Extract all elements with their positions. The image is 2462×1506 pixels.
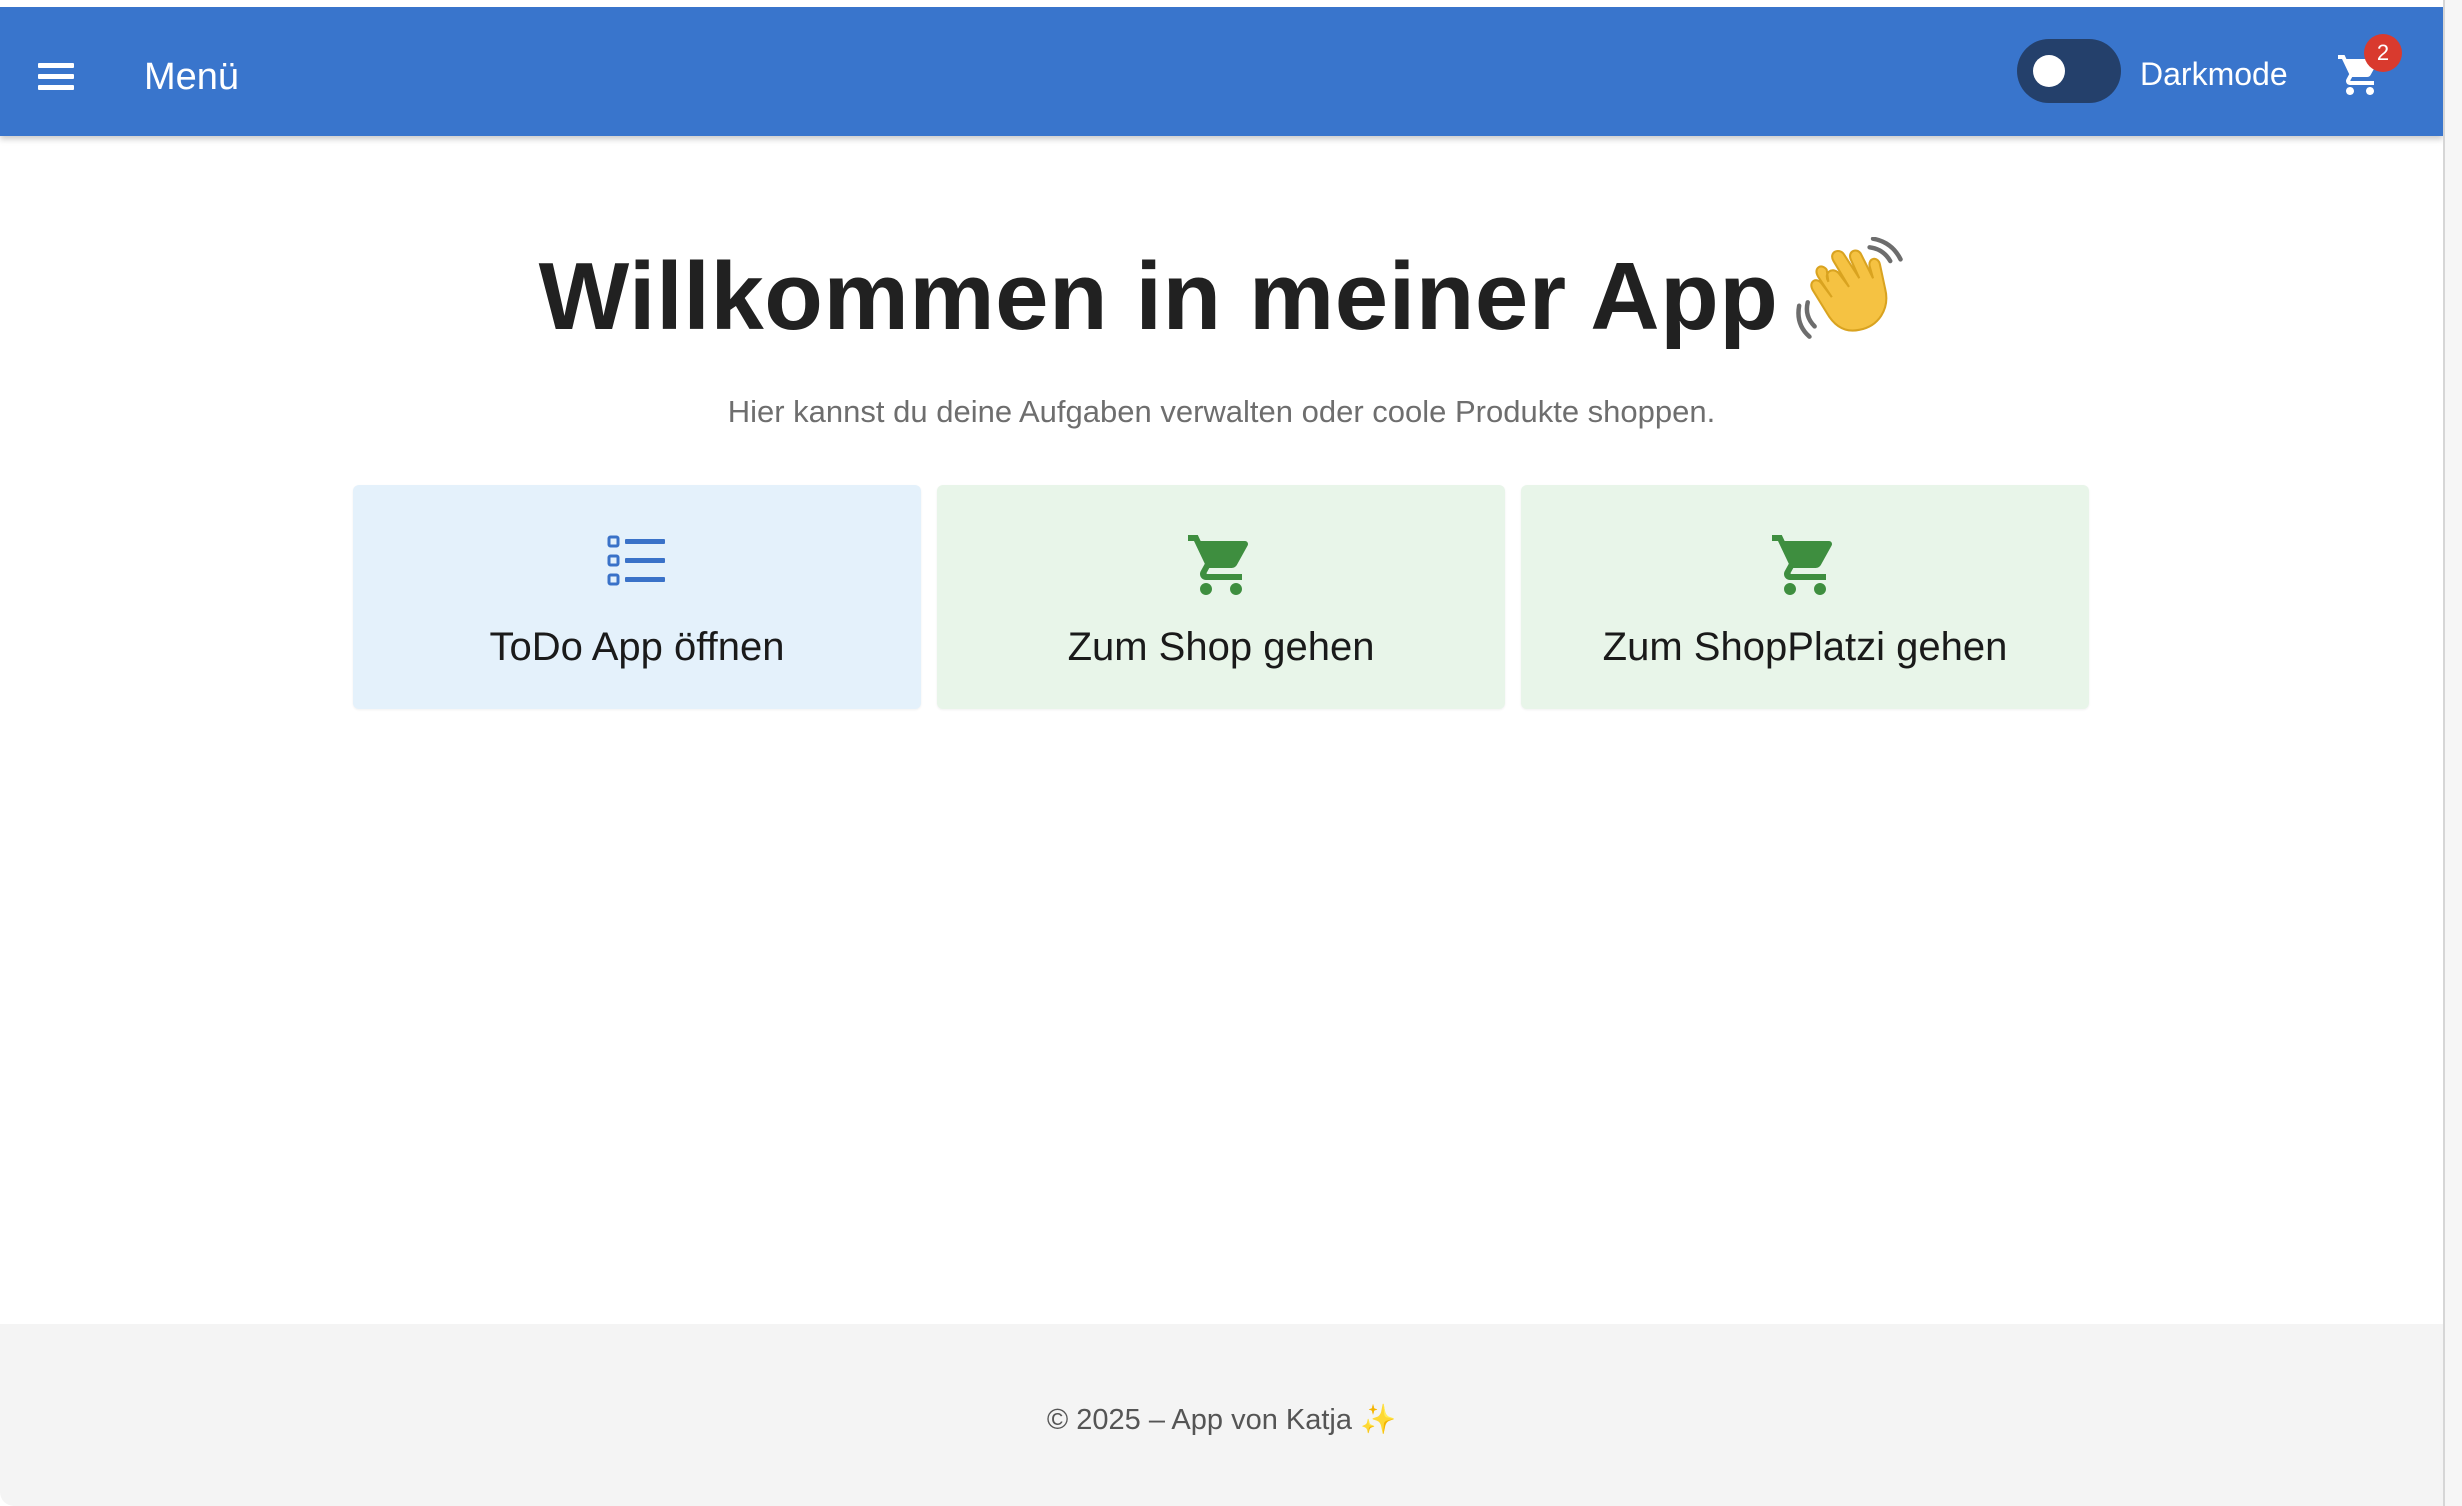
app-window: Menü Darkmode 2 Willkommen in meiner App… — [0, 7, 2443, 1506]
cart-icon — [1772, 535, 1833, 595]
toggle-knob — [2033, 55, 2065, 87]
todo-app-card[interactable]: ToDo App öffnen — [353, 485, 921, 709]
list-icon — [607, 535, 665, 586]
window-edge — [2443, 0, 2462, 1506]
waving-hand-icon — [1796, 237, 1904, 339]
menu-icon-line — [38, 63, 74, 68]
card-label: Zum ShopPlatzi gehen — [1602, 625, 2008, 669]
darkmode-toggle[interactable] — [2017, 39, 2121, 103]
menu-title[interactable]: Menü — [144, 52, 239, 102]
darkmode-label: Darkmode — [2140, 56, 2288, 92]
cart-count-badge: 2 — [2364, 34, 2402, 72]
sparkle-icon: ✨ — [1360, 1404, 1397, 1436]
card-label: Zum Shop gehen — [1067, 625, 1375, 669]
footer: © 2025 – App von Katja ✨ — [0, 1324, 2443, 1506]
hamburger-menu-button[interactable] — [30, 51, 82, 103]
footer-text: © 2025 – App von Katja ✨ — [0, 1400, 2443, 1440]
shopplatzi-card[interactable]: Zum ShopPlatzi gehen — [1521, 485, 2089, 709]
card-label: ToDo App öffnen — [489, 625, 785, 669]
menu-icon-line — [38, 85, 74, 90]
page-title: Willkommen in meiner App — [0, 237, 2443, 357]
menu-icon-line — [38, 74, 74, 79]
cart-icon — [1188, 535, 1249, 595]
footer-copyright: © 2025 – App von Katja — [1046, 1404, 1352, 1436]
page-subtitle: Hier kannst du deine Aufgaben verwalten … — [727, 394, 1716, 429]
top-app-bar: Menü Darkmode 2 — [0, 7, 2443, 136]
page-title-text: Willkommen in meiner App — [538, 243, 1779, 350]
shop-card[interactable]: Zum Shop gehen — [937, 485, 1505, 709]
